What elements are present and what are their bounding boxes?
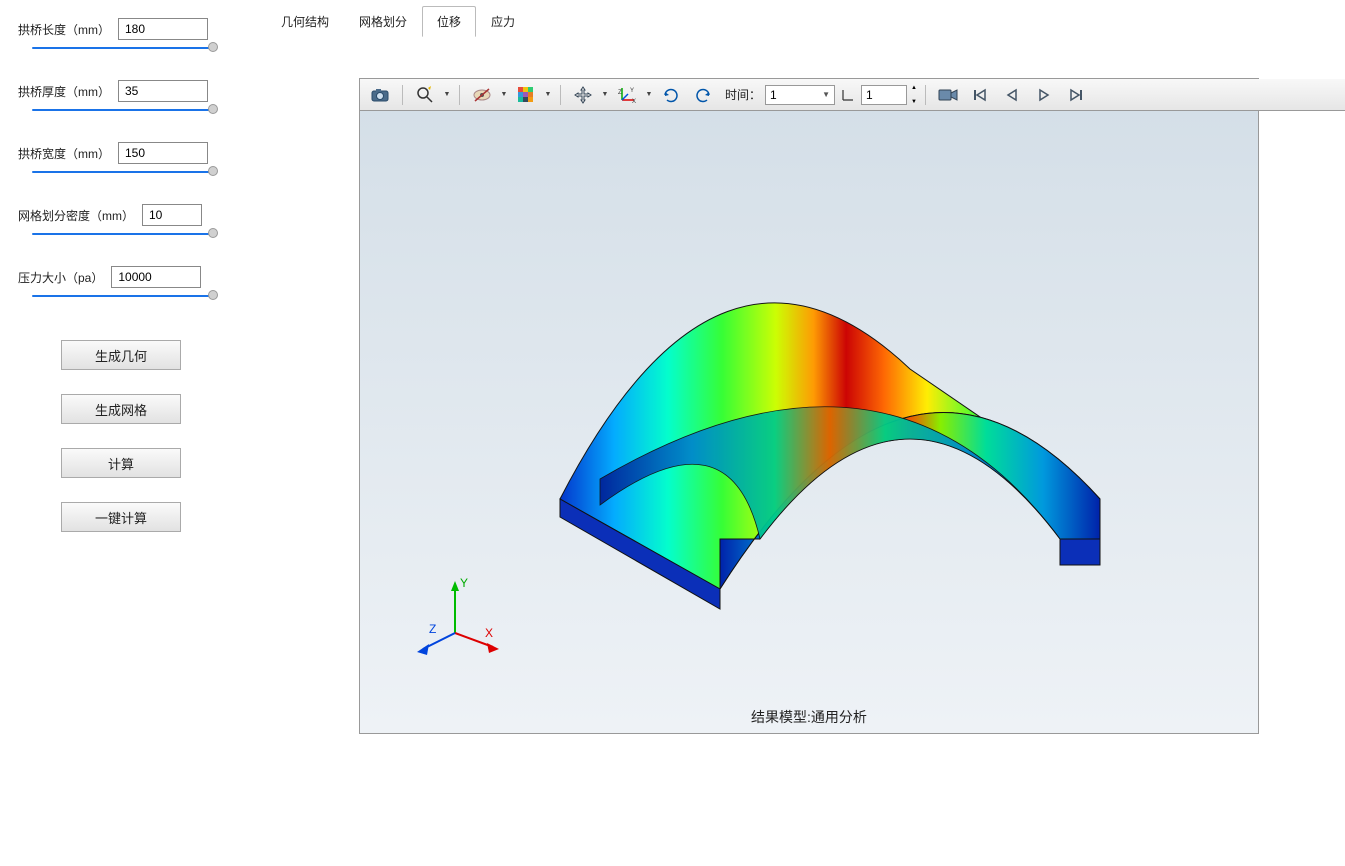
param-label-pressure: 压力大小（pa） [18,269,103,286]
rotate-ccw-icon[interactable] [689,83,717,107]
svg-text:X: X [632,99,636,104]
axes-dropdown-icon[interactable]: ▼ [645,83,653,107]
zoom-dropdown-icon[interactable]: ▼ [443,83,451,107]
svg-text:Z: Z [618,90,622,96]
param-input-width[interactable] [118,142,208,164]
content-area: 几何结构 网格划分 位移 应力 ▼ ▼ [244,0,1345,866]
tabs: 几何结构 网格划分 位移 应力 [244,0,1345,37]
camera-icon[interactable] [934,83,962,107]
tab-mesh[interactable]: 网格划分 [344,6,422,37]
sidebar: 拱桥长度（mm） 拱桥厚度（mm） 拱桥宽度（mm） 网格划分密度（mm） [0,0,244,866]
axis-triad: Y X Z [415,573,505,663]
tab-displacement[interactable]: 位移 [422,6,476,37]
param-label-thickness: 拱桥厚度（mm） [18,83,110,100]
svg-text:Y: Y [630,88,634,94]
one-click-button[interactable]: 一键计算 [61,502,181,532]
spin-up-icon[interactable]: ▲ [911,85,917,91]
param-input-pressure[interactable] [111,266,201,288]
frame-spinner[interactable]: 1 [861,85,907,105]
rotate-cw-icon[interactable] [657,83,685,107]
last-frame-icon[interactable] [1062,83,1090,107]
slider-mesh[interactable] [18,230,218,238]
param-input-length[interactable] [118,18,208,40]
screenshot-icon[interactable] [366,83,394,107]
slider-width[interactable] [18,168,218,176]
slider-pressure[interactable] [18,292,218,300]
gen-mesh-button[interactable]: 生成网格 [61,394,181,424]
gen-geometry-button[interactable]: 生成几何 [61,340,181,370]
param-input-mesh[interactable] [142,204,202,226]
pan-dropdown-icon[interactable]: ▼ [601,83,609,107]
play-icon[interactable] [1030,83,1058,107]
angle-icon[interactable] [839,83,857,107]
compute-button[interactable]: 计算 [61,448,181,478]
slider-length[interactable] [18,44,218,52]
first-frame-icon[interactable] [966,83,994,107]
viewport-caption: 结果模型:通用分析 [360,707,1258,727]
param-label-mesh: 网格划分密度（mm） [18,207,134,224]
arch-model [520,249,1120,689]
pan-icon[interactable] [569,83,597,107]
spin-down-icon[interactable]: ▼ [911,99,917,105]
svg-text:Y: Y [460,576,468,590]
colormap-icon[interactable] [512,83,540,107]
param-label-length: 拱桥长度（mm） [18,21,110,38]
tab-stress[interactable]: 应力 [476,6,530,37]
viewport[interactable]: ▼ ▼ ▼ ▼ [359,78,1259,734]
tab-geometry[interactable]: 几何结构 [266,6,344,37]
colormap-dropdown-icon[interactable]: ▼ [544,83,552,107]
time-select[interactable]: 1▼ [765,85,835,105]
axes-icon[interactable]: Y Z X [613,83,641,107]
prev-frame-icon[interactable] [998,83,1026,107]
slider-thickness[interactable] [18,106,218,114]
visibility-icon[interactable] [468,83,496,107]
param-input-thickness[interactable] [118,80,208,102]
viewport-toolbar: ▼ ▼ ▼ ▼ [360,79,1345,111]
time-label: 时间： [725,86,761,103]
zoom-icon[interactable] [411,83,439,107]
svg-text:X: X [485,626,493,640]
param-label-width: 拱桥宽度（mm） [18,145,110,162]
svg-text:Z: Z [429,622,436,636]
visibility-dropdown-icon[interactable]: ▼ [500,83,508,107]
